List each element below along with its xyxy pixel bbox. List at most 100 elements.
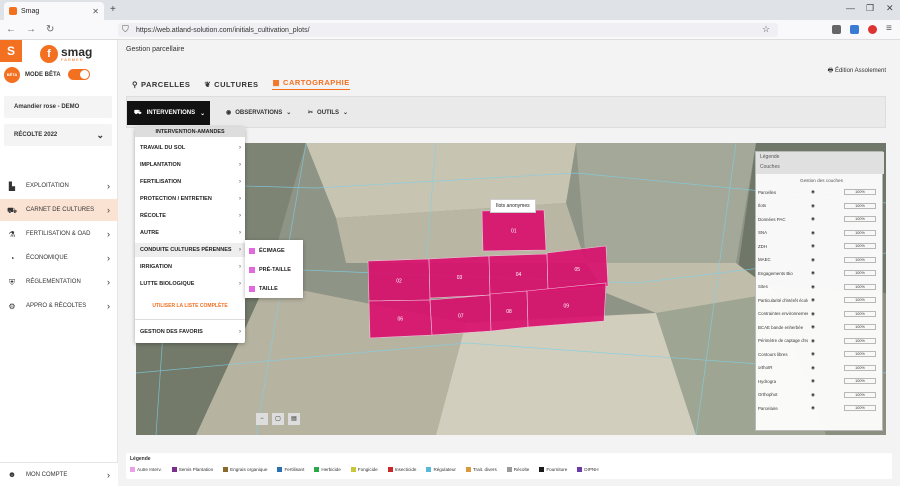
sidebar-item-exploitation[interactable]: ▙ EXPLOITATION ›: [0, 175, 118, 197]
forward-icon[interactable]: →: [26, 24, 36, 35]
minimize-button[interactable]: —: [846, 3, 855, 13]
close-window-button[interactable]: ✕: [886, 3, 894, 14]
opacity-stepper[interactable]: 100%: [844, 297, 876, 303]
eye-icon[interactable]: ◉: [811, 405, 815, 411]
eye-icon[interactable]: ◉: [811, 311, 815, 317]
menu-item-travail-sol[interactable]: TRAVAIL DU SOL ›: [135, 141, 245, 155]
maximize-button[interactable]: ❐: [866, 3, 874, 14]
layer-row[interactable]: Contours libres ◉ 100%: [758, 350, 876, 358]
opacity-stepper[interactable]: 100%: [844, 364, 876, 371]
sidebar-item-appro[interactable]: ⚙ APPRO & RÉCOLTES ›: [0, 295, 118, 317]
sidebar-item-carnet[interactable]: ⛟ CARNET DE CULTURES ›: [0, 199, 118, 221]
opacity-stepper[interactable]: 100%: [844, 256, 876, 263]
layer-row[interactable]: Hydrogra ◉ 100%: [758, 377, 876, 385]
layer-row[interactable]: Données PAC ◉ 100%: [758, 215, 876, 223]
opacity-stepper[interactable]: 100%: [844, 243, 876, 249]
print-assolement-link[interactable]: 🖶 Édition Assolement: [828, 66, 886, 76]
eye-icon[interactable]: ◉: [811, 203, 815, 209]
opacity-stepper[interactable]: 100%: [844, 283, 876, 290]
menu-item-lutte-bio[interactable]: LUTTE BIOLOGIQUE ›: [135, 277, 245, 291]
eye-icon[interactable]: ◉: [811, 297, 815, 303]
menu-item-implantation[interactable]: IMPLANTATION ›: [135, 158, 245, 172]
zoom-out-button[interactable]: −: [256, 413, 268, 425]
layer-row[interactable]: Périmètre de captage d'eau potable◉ 100%: [758, 337, 876, 345]
layer-row[interactable]: Orthophot ◉ 100%: [758, 391, 876, 399]
interventions-button[interactable]: ⛟ INTERVENTIONS ⌄: [127, 101, 210, 125]
eye-icon[interactable]: ◉: [811, 189, 815, 195]
sidebar-item-reglementation[interactable]: ⛨ RÉGLEMENTATION ›: [0, 271, 118, 293]
sidebar-item-fertilisation[interactable]: ⚗ FERTILISATION & OAD ›: [0, 223, 118, 245]
opacity-stepper[interactable]: 100%: [844, 189, 876, 195]
submenu-ecimage[interactable]: ÉCIMAGE: [245, 241, 303, 260]
fullscreen-button[interactable]: ▢: [272, 413, 284, 425]
sidebar-item-economique[interactable]: ◔ ÉCONOMIQUE ›: [0, 247, 118, 269]
layer-row[interactable]: Parcelles ◉ 100%: [758, 188, 876, 196]
tab-parcelles[interactable]: ⚲ PARCELLES: [132, 78, 190, 90]
submenu-taille[interactable]: TAILLE: [245, 279, 303, 298]
opacity-stepper[interactable]: 100%: [844, 202, 876, 209]
opacity-stepper[interactable]: 100%: [844, 337, 876, 344]
menu-item-irrigation[interactable]: IRRIGATION ›: [135, 260, 245, 274]
eye-icon[interactable]: ◉: [811, 257, 815, 263]
layer-row[interactable]: SNA ◉ 100%: [758, 229, 876, 237]
eye-icon[interactable]: ◉: [811, 216, 815, 222]
close-tab-icon[interactable]: ✕: [92, 7, 99, 16]
layer-row[interactable]: Sites ◉ 100%: [758, 283, 876, 291]
eye-icon[interactable]: ◉: [811, 230, 815, 236]
browser-tab[interactable]: Smag ✕: [4, 2, 104, 20]
reload-icon[interactable]: ↻: [46, 24, 54, 35]
menu-item-fertilisation[interactable]: FERTILISATION ›: [135, 175, 245, 189]
tab-cultures[interactable]: ❦ CULTURES: [204, 78, 258, 90]
opacity-stepper[interactable]: 100%: [844, 378, 876, 384]
layer-row[interactable]: BCAE bande enherbée ◉ 100%: [758, 323, 876, 331]
menu-icon[interactable]: ≡: [886, 23, 892, 34]
url-field[interactable]: https://web.atland-solution.com/initials…: [118, 23, 778, 37]
observations-button[interactable]: ◉ OBSERVATIONS ⌄: [226, 109, 291, 117]
eye-icon[interactable]: ◉: [811, 378, 815, 384]
opacity-stepper[interactable]: 100%: [844, 351, 876, 357]
layers-button[interactable]: ▤: [288, 413, 300, 425]
eye-icon[interactable]: ◉: [811, 284, 815, 290]
layer-row[interactable]: orthoIR ◉ 100%: [758, 364, 876, 372]
farm-selector[interactable]: Amandier rose - DEMO: [4, 96, 112, 118]
menu-item-recolte[interactable]: RÉCOLTE ›: [135, 209, 245, 223]
shield-icon[interactable]: ⛉: [122, 24, 129, 35]
download-icon[interactable]: [850, 25, 859, 34]
manage-layers[interactable]: Gestion des couches: [800, 178, 843, 183]
use-full-list-link[interactable]: UTILISER LA LISTE COMPLÈTE: [135, 303, 245, 309]
eye-icon[interactable]: ◉: [811, 338, 815, 344]
menu-item-favoris[interactable]: GESTION DES FAVORIS ›: [135, 325, 245, 339]
submenu-pre-taille[interactable]: PRÉ-TAILLE: [245, 260, 303, 279]
layer-row[interactable]: Ilots ◉ 100%: [758, 202, 876, 210]
eye-icon[interactable]: ◉: [811, 392, 815, 398]
outils-button[interactable]: ✂ OUTILS ⌄: [308, 109, 348, 117]
new-tab-button[interactable]: +: [110, 4, 116, 15]
opacity-stepper[interactable]: 100%: [844, 229, 876, 236]
menu-item-conduite-perennes[interactable]: CONDUITE CULTURES PÉRENNES ›: [135, 243, 245, 257]
beta-toggle[interactable]: [68, 69, 90, 80]
opacity-stepper[interactable]: 100%: [844, 216, 876, 222]
eye-icon[interactable]: ◉: [811, 243, 815, 249]
back-icon[interactable]: ←: [6, 24, 16, 35]
account-button[interactable]: ☻ MON COMPTE ›: [0, 462, 118, 486]
extension-icon[interactable]: [868, 25, 877, 34]
layer-row[interactable]: ZDH ◉ 100%: [758, 242, 876, 250]
pocket-icon[interactable]: [832, 25, 841, 34]
eye-icon[interactable]: ◉: [811, 365, 815, 371]
layer-row[interactable]: Engagements Bio ◉ 100%: [758, 269, 876, 277]
layer-row[interactable]: MAEC ◉ 100%: [758, 256, 876, 264]
opacity-stepper[interactable]: 100%: [844, 270, 876, 276]
opacity-stepper[interactable]: 100%: [844, 324, 876, 330]
bookmark-star-icon[interactable]: ☆: [762, 24, 770, 35]
harvest-selector[interactable]: RÉCOLTE 2022 ⌄: [4, 124, 112, 146]
app-menu-button[interactable]: S: [0, 40, 22, 62]
menu-item-protection[interactable]: PROTECTION / ENTRETIEN ›: [135, 192, 245, 206]
menu-item-autre[interactable]: AUTRE ›: [135, 226, 245, 240]
opacity-stepper[interactable]: 100%: [844, 310, 876, 317]
layers-tab[interactable]: Couches: [760, 164, 780, 170]
layer-row[interactable]: Parcelaire ◉ 100%: [758, 404, 876, 412]
eye-icon[interactable]: ◉: [811, 270, 815, 276]
eye-icon[interactable]: ◉: [811, 324, 815, 330]
opacity-stepper[interactable]: 100%: [844, 391, 876, 398]
opacity-stepper[interactable]: 100%: [844, 405, 876, 411]
